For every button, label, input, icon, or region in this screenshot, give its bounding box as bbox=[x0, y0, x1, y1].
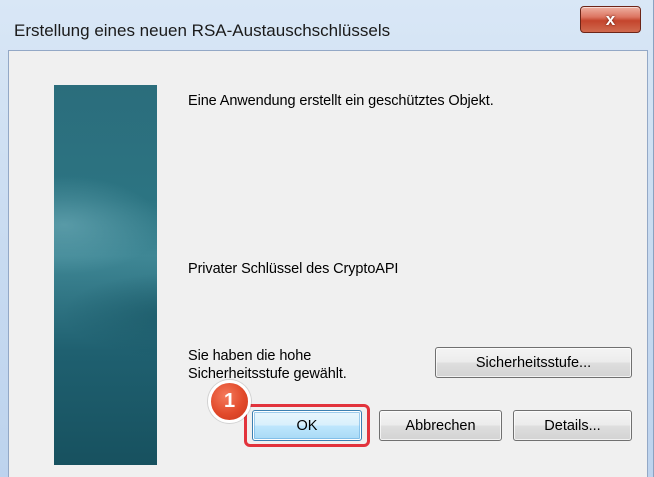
dialog-client-area: Eine Anwendung erstellt ein geschütztes … bbox=[8, 50, 648, 477]
details-button[interactable]: Details... bbox=[513, 410, 632, 441]
object-name-text: Privater Schlüssel des CryptoAPI bbox=[188, 261, 399, 277]
cancel-button[interactable]: Abbrechen bbox=[379, 410, 502, 441]
side-banner bbox=[54, 85, 157, 465]
window-title: Erstellung eines neuen RSA-Austauschschl… bbox=[14, 21, 391, 40]
security-status-line-1: Sie haben die hohe bbox=[188, 348, 312, 364]
security-level-button[interactable]: Sicherheitsstufe... bbox=[435, 347, 632, 378]
message-text: Eine Anwendung erstellt ein geschütztes … bbox=[188, 93, 494, 109]
close-icon: x bbox=[605, 10, 616, 29]
close-button[interactable]: x bbox=[580, 6, 641, 33]
step-number-badge: 1 bbox=[208, 380, 251, 423]
ok-button[interactable]: OK bbox=[252, 410, 362, 441]
security-status-line-2: Sicherheitsstufe gewählt. bbox=[188, 366, 347, 382]
security-status-text: Sie haben die hohe Sicherheitsstufe gewä… bbox=[188, 347, 347, 383]
dialog-window: Erstellung eines neuen RSA-Austauschschl… bbox=[0, 0, 654, 477]
